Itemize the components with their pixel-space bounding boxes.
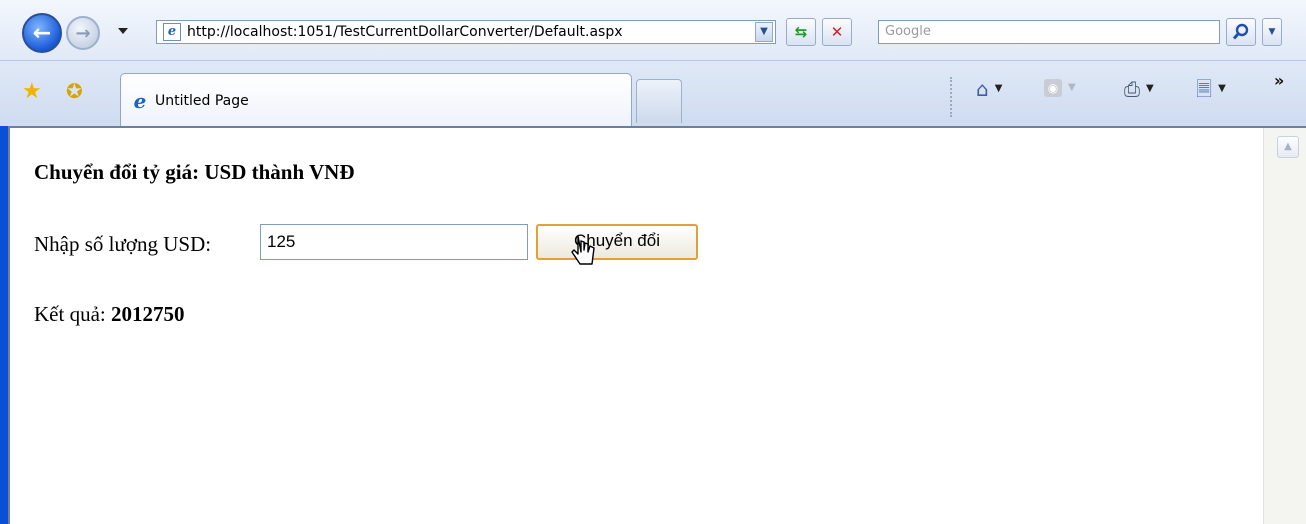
tab-title: Untitled Page bbox=[155, 92, 249, 109]
page-icon: 🗏 bbox=[1196, 77, 1213, 101]
vertical-scrollbar[interactable]: ▲ bbox=[1263, 128, 1306, 524]
convert-button[interactable]: Chuyển đổi bbox=[536, 224, 698, 260]
home-icon: ⌂ bbox=[976, 77, 989, 101]
back-button[interactable]: ← bbox=[22, 13, 62, 53]
feeds-button[interactable]: ◉ ▼ bbox=[1044, 79, 1076, 97]
chevron-down-icon[interactable]: ▼ bbox=[1068, 83, 1076, 93]
feeds-icon: ◉ bbox=[1044, 79, 1062, 97]
chevron-down-icon[interactable]: ▼ bbox=[995, 84, 1003, 94]
refresh-icon: ⇆ bbox=[794, 23, 808, 41]
address-bar[interactable]: e http://localhost:1051/TestCurrentDolla… bbox=[156, 20, 776, 44]
search-options-dropdown[interactable]: ▼ bbox=[1262, 18, 1282, 46]
toolbar-separator bbox=[950, 77, 952, 117]
back-icon: ← bbox=[32, 20, 52, 46]
forward-icon: → bbox=[75, 22, 91, 44]
home-button[interactable]: ⌂ ▼ bbox=[976, 79, 1002, 99]
new-tab-button[interactable] bbox=[636, 79, 682, 123]
search-icon bbox=[1232, 23, 1249, 40]
forward-button[interactable]: → bbox=[66, 16, 100, 50]
usd-input-label: Nhập số lượng USD: bbox=[34, 232, 212, 256]
stop-button[interactable]: ✕ bbox=[822, 18, 852, 46]
print-button[interactable]: ⎙ ▼ bbox=[1124, 79, 1154, 99]
search-button[interactable] bbox=[1226, 18, 1256, 46]
chevron-down-icon[interactable]: ▼ bbox=[1146, 84, 1154, 94]
more-commands-icon[interactable]: » bbox=[1274, 71, 1284, 90]
page-heading: Chuyển đổi tỷ giá: USD thành VNĐ bbox=[34, 160, 355, 184]
result-value: 2012750 bbox=[110, 302, 185, 326]
address-dropdown-button[interactable]: ▼ bbox=[755, 22, 773, 42]
add-favorites-icon[interactable]: ✪ bbox=[66, 81, 83, 101]
favorites-star-icon[interactable]: ★ bbox=[22, 81, 42, 103]
search-input[interactable]: Google bbox=[878, 20, 1220, 44]
ie-page-icon: e bbox=[163, 23, 181, 41]
stop-icon: ✕ bbox=[830, 23, 844, 41]
tab-active[interactable]: e Untitled Page bbox=[120, 73, 632, 127]
refresh-button[interactable]: ⇆ bbox=[786, 18, 816, 46]
scroll-up-button[interactable]: ▲ bbox=[1277, 136, 1299, 158]
page-menu-button[interactable]: 🗏 ▼ bbox=[1196, 79, 1226, 99]
address-toolbar: ← → e http://localhost:1051/TestCurrentD… bbox=[0, 0, 1306, 60]
tab-toolbar: ★ ✪ e Untitled Page ⌂ ▼ ◉ ▼ ⎙ ▼ 🗏 ▼ » bbox=[0, 60, 1306, 127]
ie-logo-icon: e bbox=[133, 88, 147, 113]
address-input[interactable]: http://localhost:1051/TestCurrentDollarC… bbox=[187, 24, 755, 40]
result-line: Kết quả: 2012750 bbox=[34, 302, 184, 327]
result-label: Kết quả: bbox=[34, 302, 106, 326]
mouse-cursor-icon bbox=[571, 235, 595, 265]
chevron-down-icon[interactable]: ▼ bbox=[1218, 84, 1226, 94]
recent-pages-dropdown[interactable] bbox=[118, 28, 128, 34]
browser-chrome: ← → e http://localhost:1051/TestCurrentD… bbox=[0, 0, 1306, 127]
usd-amount-input[interactable]: 125 bbox=[260, 224, 528, 260]
print-icon: ⎙ bbox=[1124, 77, 1140, 101]
page-content: Chuyển đổi tỷ giá: USD thành VNĐ Nhập số… bbox=[8, 126, 1306, 524]
